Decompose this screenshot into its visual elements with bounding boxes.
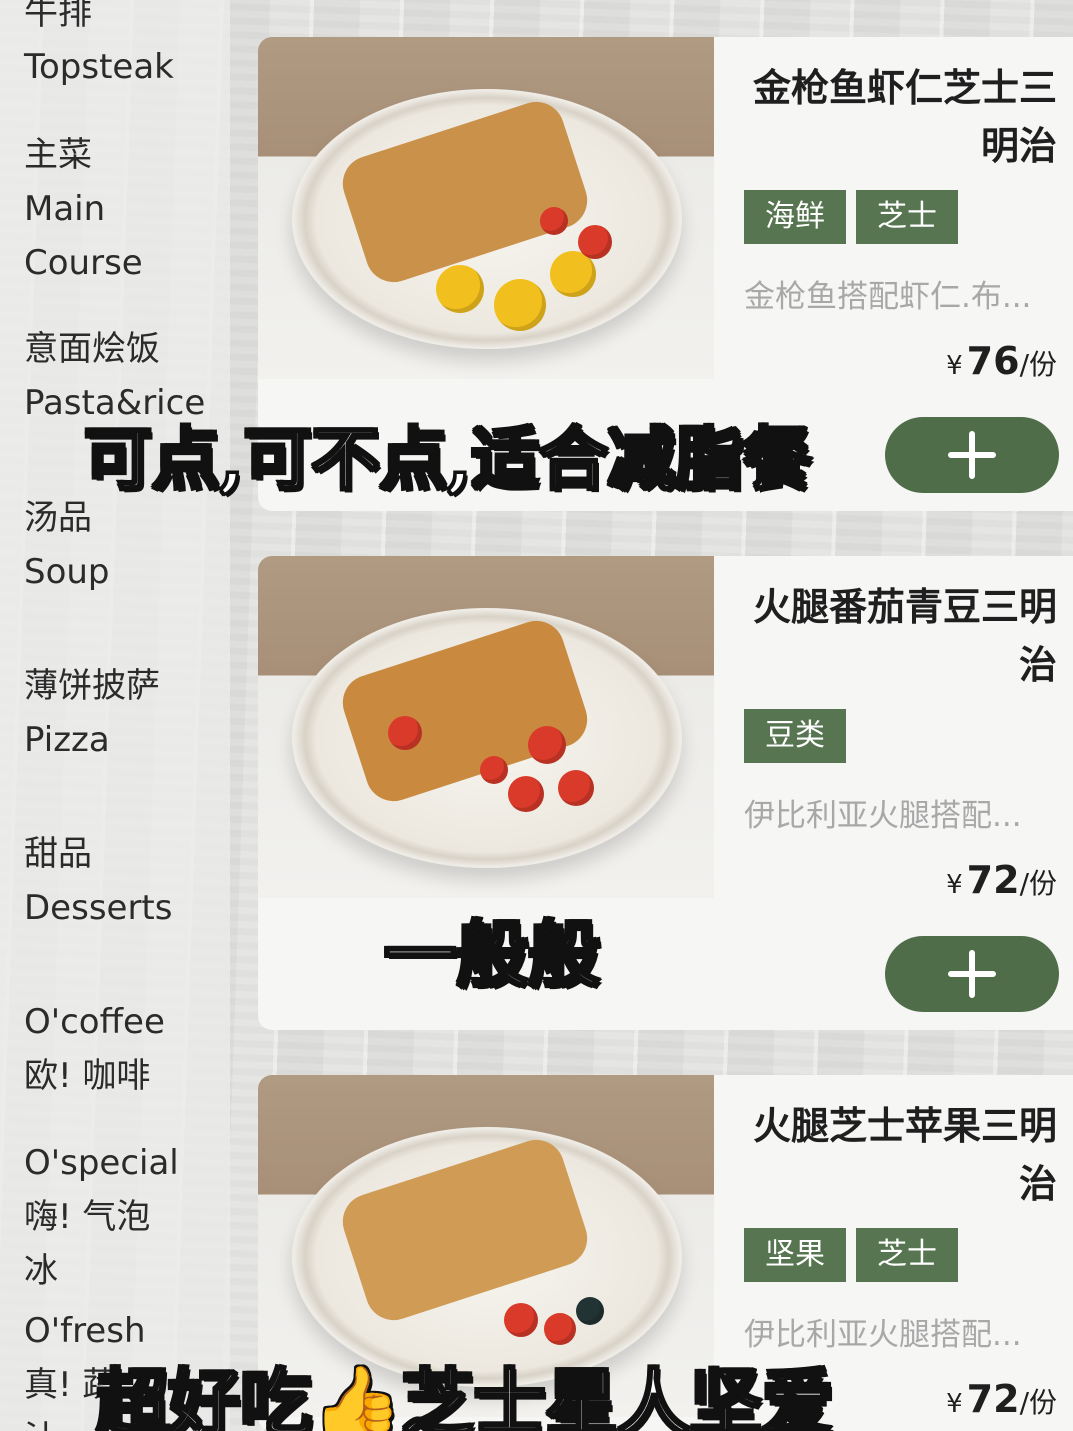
tag-badge: 坚果 xyxy=(744,1228,846,1282)
tag-badge: 芝士 xyxy=(856,190,958,244)
product-photo xyxy=(258,37,714,379)
video-caption: 一般般 xyxy=(382,911,601,999)
plus-icon xyxy=(948,431,996,479)
product-price: ¥72/份 xyxy=(946,858,1057,902)
product-price: ¥76/份 xyxy=(946,339,1057,383)
product-price: ¥72/份 xyxy=(946,1377,1057,1421)
sidebar-item-coffee[interactable]: O'coffee 欧! 咖啡 xyxy=(24,995,165,1103)
tag-list: 坚果 芝士 xyxy=(744,1228,958,1282)
price-unit: /份 xyxy=(1019,348,1057,381)
sidebar-item-topsteak[interactable]: 牛排 Topsteak xyxy=(24,0,174,94)
currency-symbol: ¥ xyxy=(946,351,963,381)
sidebar-item-label-en: Pizza xyxy=(24,720,110,760)
sidebar-item-label-zh: 主菜 xyxy=(24,135,92,175)
sidebar-item-soup[interactable]: 汤品 Soup xyxy=(24,491,110,599)
price-value: 72 xyxy=(966,858,1020,902)
sidebar-item-label-en: Desserts xyxy=(24,888,173,928)
product-photo xyxy=(258,556,714,898)
category-sidebar: 牛排 Topsteak 主菜 Main Course 意面烩饭 Pasta&ri… xyxy=(0,0,230,1431)
sidebar-item-label-en: O'special xyxy=(24,1143,179,1183)
sidebar-item-label-zh: 欧! 咖啡 xyxy=(24,1056,151,1096)
sidebar-item-label-en: Course xyxy=(24,243,143,283)
sidebar-item-special[interactable]: O'special 嗨! 气泡 冰 xyxy=(24,1136,179,1298)
sidebar-item-label-en: Soup xyxy=(24,552,110,592)
tag-badge: 芝士 xyxy=(856,1228,958,1282)
product-title: 火腿芝士苹果三明治 xyxy=(752,1104,1057,1206)
add-to-cart-button[interactable] xyxy=(885,417,1059,493)
product-title: 火腿番茄青豆三明治 xyxy=(752,585,1057,687)
currency-symbol: ¥ xyxy=(946,1389,963,1419)
product-title: 金枪鱼虾仁芝士三明治 xyxy=(752,66,1057,168)
video-caption: 可点,可不点,适合减脂餐 xyxy=(82,419,812,502)
video-caption: 超好吃👍芝士星人坚爱 xyxy=(95,1359,836,1431)
product-card[interactable]: 火腿番茄青豆三明治 豆类 伊比利亚火腿搭配... ¥72/份 xyxy=(258,556,1073,1030)
price-value: 72 xyxy=(966,1377,1020,1421)
sidebar-item-desserts[interactable]: 甜品 Desserts xyxy=(24,827,172,935)
product-description: 金枪鱼搭配虾仁.布... xyxy=(744,279,1032,315)
sidebar-item-label-en: O'coffee xyxy=(24,1002,165,1042)
sidebar-item-label-zh: 意面烩饭 xyxy=(24,329,160,369)
sidebar-item-label-en: Topsteak xyxy=(24,47,174,87)
sidebar-item-pizza[interactable]: 薄饼披萨 Pizza xyxy=(24,659,160,767)
sidebar-item-label-en: Main xyxy=(24,189,106,229)
tag-badge: 豆类 xyxy=(744,709,846,763)
sidebar-item-label-zh: 嗨! 气泡 xyxy=(24,1197,151,1237)
sidebar-item-main-course[interactable]: 主菜 Main Course xyxy=(24,128,143,290)
sidebar-item-label-zh: 牛排 xyxy=(24,0,92,33)
sidebar-item-label-zh: 甜品 xyxy=(24,834,92,874)
add-to-cart-button[interactable] xyxy=(885,936,1059,1012)
price-unit: /份 xyxy=(1019,867,1057,900)
price-unit: /份 xyxy=(1019,1386,1057,1419)
sidebar-item-label-zh: 冰 xyxy=(24,1251,58,1291)
sidebar-item-label-zh: 薄饼披萨 xyxy=(24,666,160,706)
product-description: 伊比利亚火腿搭配... xyxy=(744,798,1022,834)
tag-list: 豆类 xyxy=(744,709,846,763)
price-value: 76 xyxy=(966,339,1020,383)
currency-symbol: ¥ xyxy=(946,870,963,900)
tag-badge: 海鲜 xyxy=(744,190,846,244)
plus-icon xyxy=(948,950,996,998)
tag-list: 海鲜 芝士 xyxy=(744,190,958,244)
